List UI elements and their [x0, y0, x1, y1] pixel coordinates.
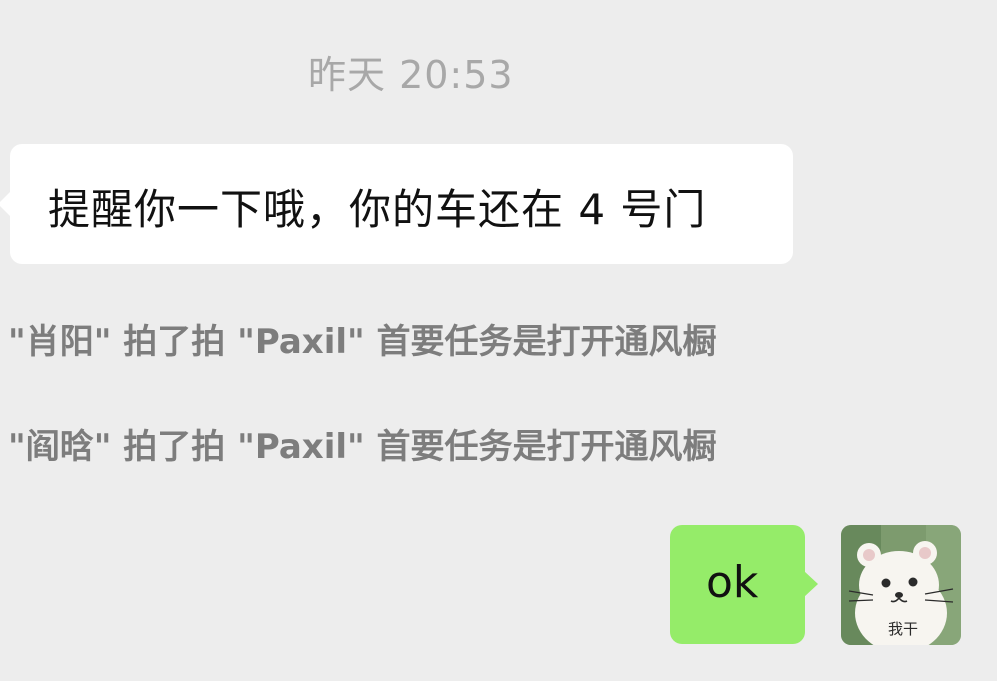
incoming-message-text: 提醒你一下哦，你的车还在 4 号门: [48, 185, 707, 234]
outgoing-message-bubble[interactable]: ok: [670, 525, 818, 644]
chat-view: 昨天 20:53 提醒你一下哦，你的车还在 4 号门 "肖阳" 拍了拍 "Pax…: [0, 0, 997, 681]
avatar-caption: 我干: [888, 620, 919, 638]
pat-system-message: "肖阳" 拍了拍 "Paxil" 首要任务是打开通风橱: [8, 322, 717, 362]
message-timestamp: 昨天 20:53: [308, 53, 514, 97]
incoming-message-bubble[interactable]: 提醒你一下哦，你的车还在 4 号门: [0, 144, 793, 264]
outgoing-message-text: ok: [706, 557, 759, 608]
bubble-tail: [0, 191, 11, 217]
pat-system-message: "阎晗" 拍了拍 "Paxil" 首要任务是打开通风橱: [8, 427, 717, 467]
avatar[interactable]: 我干: [841, 525, 961, 645]
bubble-tail: [804, 571, 818, 597]
